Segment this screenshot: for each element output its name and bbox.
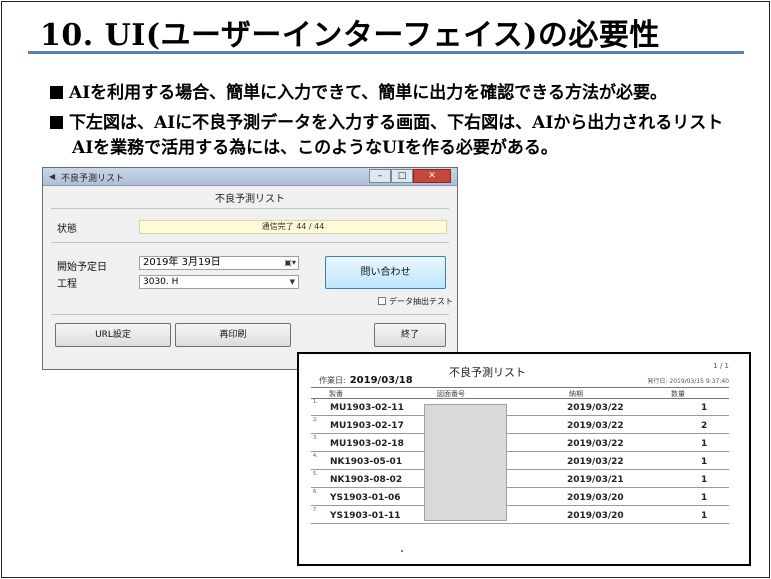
issue-date-value: 2019/03/15 9:37:40: [669, 378, 729, 385]
header-divider: [51, 208, 449, 209]
process-label: 工程: [57, 279, 77, 290]
serial-number: MU1903-02-18: [330, 439, 404, 449]
serial-number: NK1903-08-02: [330, 475, 403, 485]
due-date: 2019/03/22: [567, 439, 624, 449]
report-page-number: 1 / 1: [713, 362, 729, 370]
window-controls: – □ ✕: [369, 169, 451, 183]
row-number: 7.: [313, 507, 318, 513]
table-row: 4. NK1903-05-01 2019/03/22 1: [311, 453, 729, 470]
exit-button[interactable]: 終了: [374, 323, 446, 347]
table-row: 7. YS1903-01-11 2019/03/20 1: [311, 507, 729, 524]
report-top-rule: [311, 387, 729, 388]
url-settings-button[interactable]: URL設定: [55, 323, 171, 347]
query-button[interactable]: 問い合わせ: [325, 256, 446, 289]
row-number: 1.: [313, 399, 318, 405]
minimize-button[interactable]: –: [369, 169, 391, 183]
checkbox-icon[interactable]: [378, 297, 386, 305]
table-row: 5. NK1903-08-02 2019/03/21 1: [311, 471, 729, 488]
title-underline: [28, 51, 744, 54]
defect-prediction-window: ◀ 不良予測リスト – □ ✕ 不良予測リスト 状態 通信完了 44 / 44 …: [42, 167, 458, 370]
report-dot-mark: [401, 550, 403, 552]
due-date: 2019/03/22: [567, 403, 624, 413]
window-title: 不良予測リスト: [61, 174, 125, 184]
quantity: 1: [701, 403, 708, 413]
quantity: 1: [701, 511, 708, 521]
window-header: 不良予測リスト: [215, 194, 285, 205]
quantity: 1: [701, 457, 708, 467]
process-select[interactable]: 3030. H ▼: [139, 275, 299, 289]
start-date-label: 開始予定日: [57, 262, 107, 273]
window-titlebar[interactable]: ◀ 不良予測リスト – □ ✕: [43, 168, 457, 186]
quantity: 1: [701, 493, 708, 503]
row-number: 5.: [313, 471, 318, 477]
status-label: 状態: [57, 224, 77, 235]
reprint-button[interactable]: 再印刷: [175, 323, 291, 347]
slide-title: 10. UI(ユーザーインターフェイス)の必要性: [40, 18, 660, 53]
data-extract-test-label: データ抽出テスト: [389, 297, 453, 306]
work-date-value: 2019/03/18: [349, 375, 413, 386]
issue-date-label: 発行日:: [647, 378, 668, 385]
bullet-2-text: 下左図は、AIに不良予測データを入力する画面、下右図は、AIから出力されるリスト: [69, 113, 724, 133]
due-date: 2019/03/20: [567, 511, 624, 521]
table-row: 2. MU1903-02-17 2019/03/22 2: [311, 417, 729, 434]
table-row: 1. MU1903-02-11 2019/03/22 1: [311, 399, 729, 416]
status-divider: [51, 242, 449, 243]
due-date: 2019/03/21: [567, 475, 624, 485]
table-row: 6. YS1903-01-06 2019/03/20 1: [311, 489, 729, 506]
serial-number: NK1903-05-01: [330, 457, 403, 467]
serial-number: MU1903-02-17: [330, 421, 404, 431]
row-number: 4.: [313, 453, 318, 459]
calendar-dropdown-icon[interactable]: ▣▾: [284, 257, 296, 269]
start-date-picker[interactable]: 2019年 3月19日 ▣▾: [139, 256, 299, 270]
bullet-2-continuation: AIを業務で活用する為には、このようなUIを作る必要がある。: [72, 138, 558, 158]
chevron-down-icon[interactable]: ▼: [290, 276, 295, 288]
app-icon: ◀: [49, 172, 56, 181]
bullet-1: AIを利用する場合、簡単に入力できて、簡単に出力を確認できる方法が必要。: [50, 78, 667, 103]
button-divider: [51, 314, 449, 315]
due-date: 2019/03/22: [567, 457, 624, 467]
work-date-label: 作業日:: [319, 376, 346, 385]
quantity: 1: [701, 439, 708, 449]
report-work-date: 作業日: 2019/03/18: [319, 375, 413, 386]
quantity: 1: [701, 475, 708, 485]
process-value: 3030. H: [143, 277, 179, 287]
serial-number: MU1903-02-11: [330, 403, 404, 413]
serial-number: YS1903-01-11: [330, 511, 401, 521]
report-issue-date: 発行日: 2019/03/15 9:37:40: [647, 376, 729, 385]
due-date: 2019/03/20: [567, 493, 624, 503]
row-number: 6.: [313, 489, 318, 495]
defect-prediction-report: 不良予測リスト 1 / 1 作業日: 2019/03/18 発行日: 2019/0…: [297, 352, 751, 566]
row-number: 2.: [313, 417, 318, 423]
quantity: 2: [701, 421, 708, 431]
row-number: 3.: [313, 435, 318, 441]
redacted-drawing-numbers: [424, 404, 507, 521]
close-button[interactable]: ✕: [413, 169, 451, 183]
square-bullet-icon: [50, 116, 63, 129]
start-date-value: 2019年 3月19日: [143, 257, 221, 268]
bullet-2: 下左図は、AIに不良予測データを入力する画面、下右図は、AIから出力されるリスト: [50, 108, 723, 133]
bullet-1-text: AIを利用する場合、簡単に入力できて、簡単に出力を確認できる方法が必要。: [69, 83, 667, 103]
report-title: 不良予測リスト: [449, 366, 526, 379]
serial-number: YS1903-01-06: [330, 493, 401, 503]
data-extract-test-checkbox[interactable]: データ抽出テスト: [378, 296, 453, 307]
due-date: 2019/03/22: [567, 421, 624, 431]
square-bullet-icon: [50, 86, 63, 99]
table-row: 3. MU1903-02-18 2019/03/22 1: [311, 435, 729, 452]
maximize-button[interactable]: □: [391, 169, 413, 183]
status-field: 通信完了 44 / 44: [139, 220, 447, 234]
